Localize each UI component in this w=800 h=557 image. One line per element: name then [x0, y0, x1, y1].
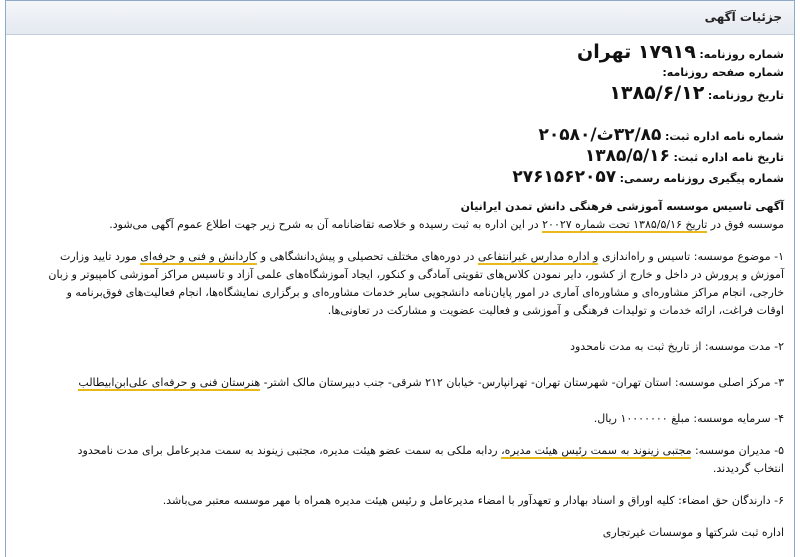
notice-intro-text: موسسه فوق در [707, 218, 784, 231]
newspaper-number-row: شماره روزنامه: ۱۷۹۱۹ تهران [20, 41, 784, 64]
clause-1-text-e: مورد تایید وزارت [60, 250, 141, 263]
tracking-row: شماره پیگیری روزنامه رسمی: ۲۷۶۱۵۶۲۰۵۷ [20, 167, 784, 188]
newspaper-number-value: ۱۷۹۱۹ تهران [577, 41, 696, 63]
tracking-value: ۲۷۶۱۵۶۲۰۵۷ [512, 167, 617, 187]
clause-1-text-a: ۱- موضوع موسسه: تاسیس و راه‌اندازی [598, 250, 784, 263]
clause-1-highlight-1: و اداره مدارس غیرانتفاعی [477, 250, 599, 265]
panel-title: جزئیات آگهی [704, 10, 782, 24]
registration-date-row: تاریخ نامه اداره ثبت: ۱۳۸۵/۵/۱۶ [20, 146, 784, 167]
clause-3-highlight: هنرستان فنی و حرفه‌ای علی‌ابن‌ابیطالب [78, 376, 261, 391]
newspaper-date-label: تاریخ روزنامه: [707, 89, 784, 102]
clause-5-text-a: ۵- مدیران موسسه: [691, 444, 784, 457]
newspaper-date-row: تاریخ روزنامه: ۱۳۸۵/۶/۱۲ [20, 82, 784, 105]
notice-intro-text-end: در این اداره به ثبت رسیده و خلاصه تقاضان… [109, 218, 543, 231]
registration-letter-label: شماره نامه اداره ثبت: [664, 130, 784, 143]
clause-6: ۶- دارندگان حق امضاء: کلیه اوراق و اسناد… [162, 494, 784, 507]
clause-1-line-3: خارجی، انجام مراکز مشاوره‌ای و مشاوره‌ای… [66, 286, 784, 299]
tracking-label: شماره پیگیری روزنامه رسمی: [619, 172, 784, 185]
clause-1-line-4: اوقات فراغت، ارائه خدمات و تولیدات فرهنگ… [327, 304, 784, 317]
clause-1-line-2: آموزش و پرورش در داخل و خارج از کشور، دا… [48, 268, 784, 281]
newspaper-date-value: ۱۳۸۵/۶/۱۲ [609, 82, 705, 104]
notice-intro: موسسه فوق در تاریخ ۱۳۸۵/۵/۱۶ تحت شماره ۲… [20, 216, 784, 234]
notice-title: آگهی تاسیس موسسه آموزشی فرهنگی دانش تمدن… [460, 200, 784, 213]
clause-5: ۵- مدیران موسسه: مجتبی زینوند به سمت رئی… [20, 442, 784, 460]
clause-1-highlight-2: کاردانش و فنی و حرفه‌ای [140, 250, 258, 265]
clause-2: ۲- مدت موسسه: از تاریخ ثبت به مدت نامحدو… [570, 340, 784, 353]
registration-date-value: ۱۳۸۵/۵/۱۶ [584, 146, 670, 166]
clause-5-line-2: انتخاب گردیدند. [712, 462, 784, 475]
newspaper-number-label: شماره روزنامه: [699, 48, 784, 61]
clause-3: ۳- مرکز اصلی موسسه: استان تهران- شهرستان… [20, 374, 784, 392]
newspaper-page-label: شماره صفحه روزنامه: [662, 66, 784, 79]
notice-intro-highlight: تاریخ ۱۳۸۵/۵/۱۶ تحت شماره ۲۰۰۲۷ [542, 218, 708, 233]
notice-panel: جزئیات آگهی شماره روزنامه: ۱۷۹۱۹ تهران ش… [5, 0, 795, 557]
newspaper-page-row: شماره صفحه روزنامه: [20, 64, 784, 82]
clause-4: ۴- سرمایه موسسه: مبلغ ۱۰۰۰۰۰۰۰ ریال. [593, 412, 784, 425]
notice-content: شماره روزنامه: ۱۷۹۱۹ تهران شماره صفحه رو… [6, 35, 794, 542]
clause-3-text: ۳- مرکز اصلی موسسه: استان تهران- شهرستان… [260, 376, 784, 389]
registration-letter-value: ۳۲/۸۵ث/۲۰۵۸۰ [538, 125, 662, 145]
clause-5-highlight: مجتبی زینوند به سمت رئیس هیئت مدیره، [501, 444, 692, 459]
clause-1: ۱- موضوع موسسه: تاسیس و راه‌اندازی و ادا… [20, 248, 784, 266]
notice-footer: اداره ثبت شرکتها و موسسات غیرتجاری [602, 526, 784, 539]
panel-header: جزئیات آگهی [6, 1, 794, 35]
clause-5-text-c: ردابه ملکی به سمت عضو هیئت مدیره، مجتبی … [77, 444, 502, 457]
clause-1-text-c: در دوره‌های مختلف تحصیلی و پیش‌دانشگاهی … [257, 250, 478, 263]
registration-letter-row: شماره نامه اداره ثبت: ۳۲/۸۵ث/۲۰۵۸۰ [20, 125, 784, 146]
registration-date-label: تاریخ نامه اداره ثبت: [673, 151, 784, 164]
